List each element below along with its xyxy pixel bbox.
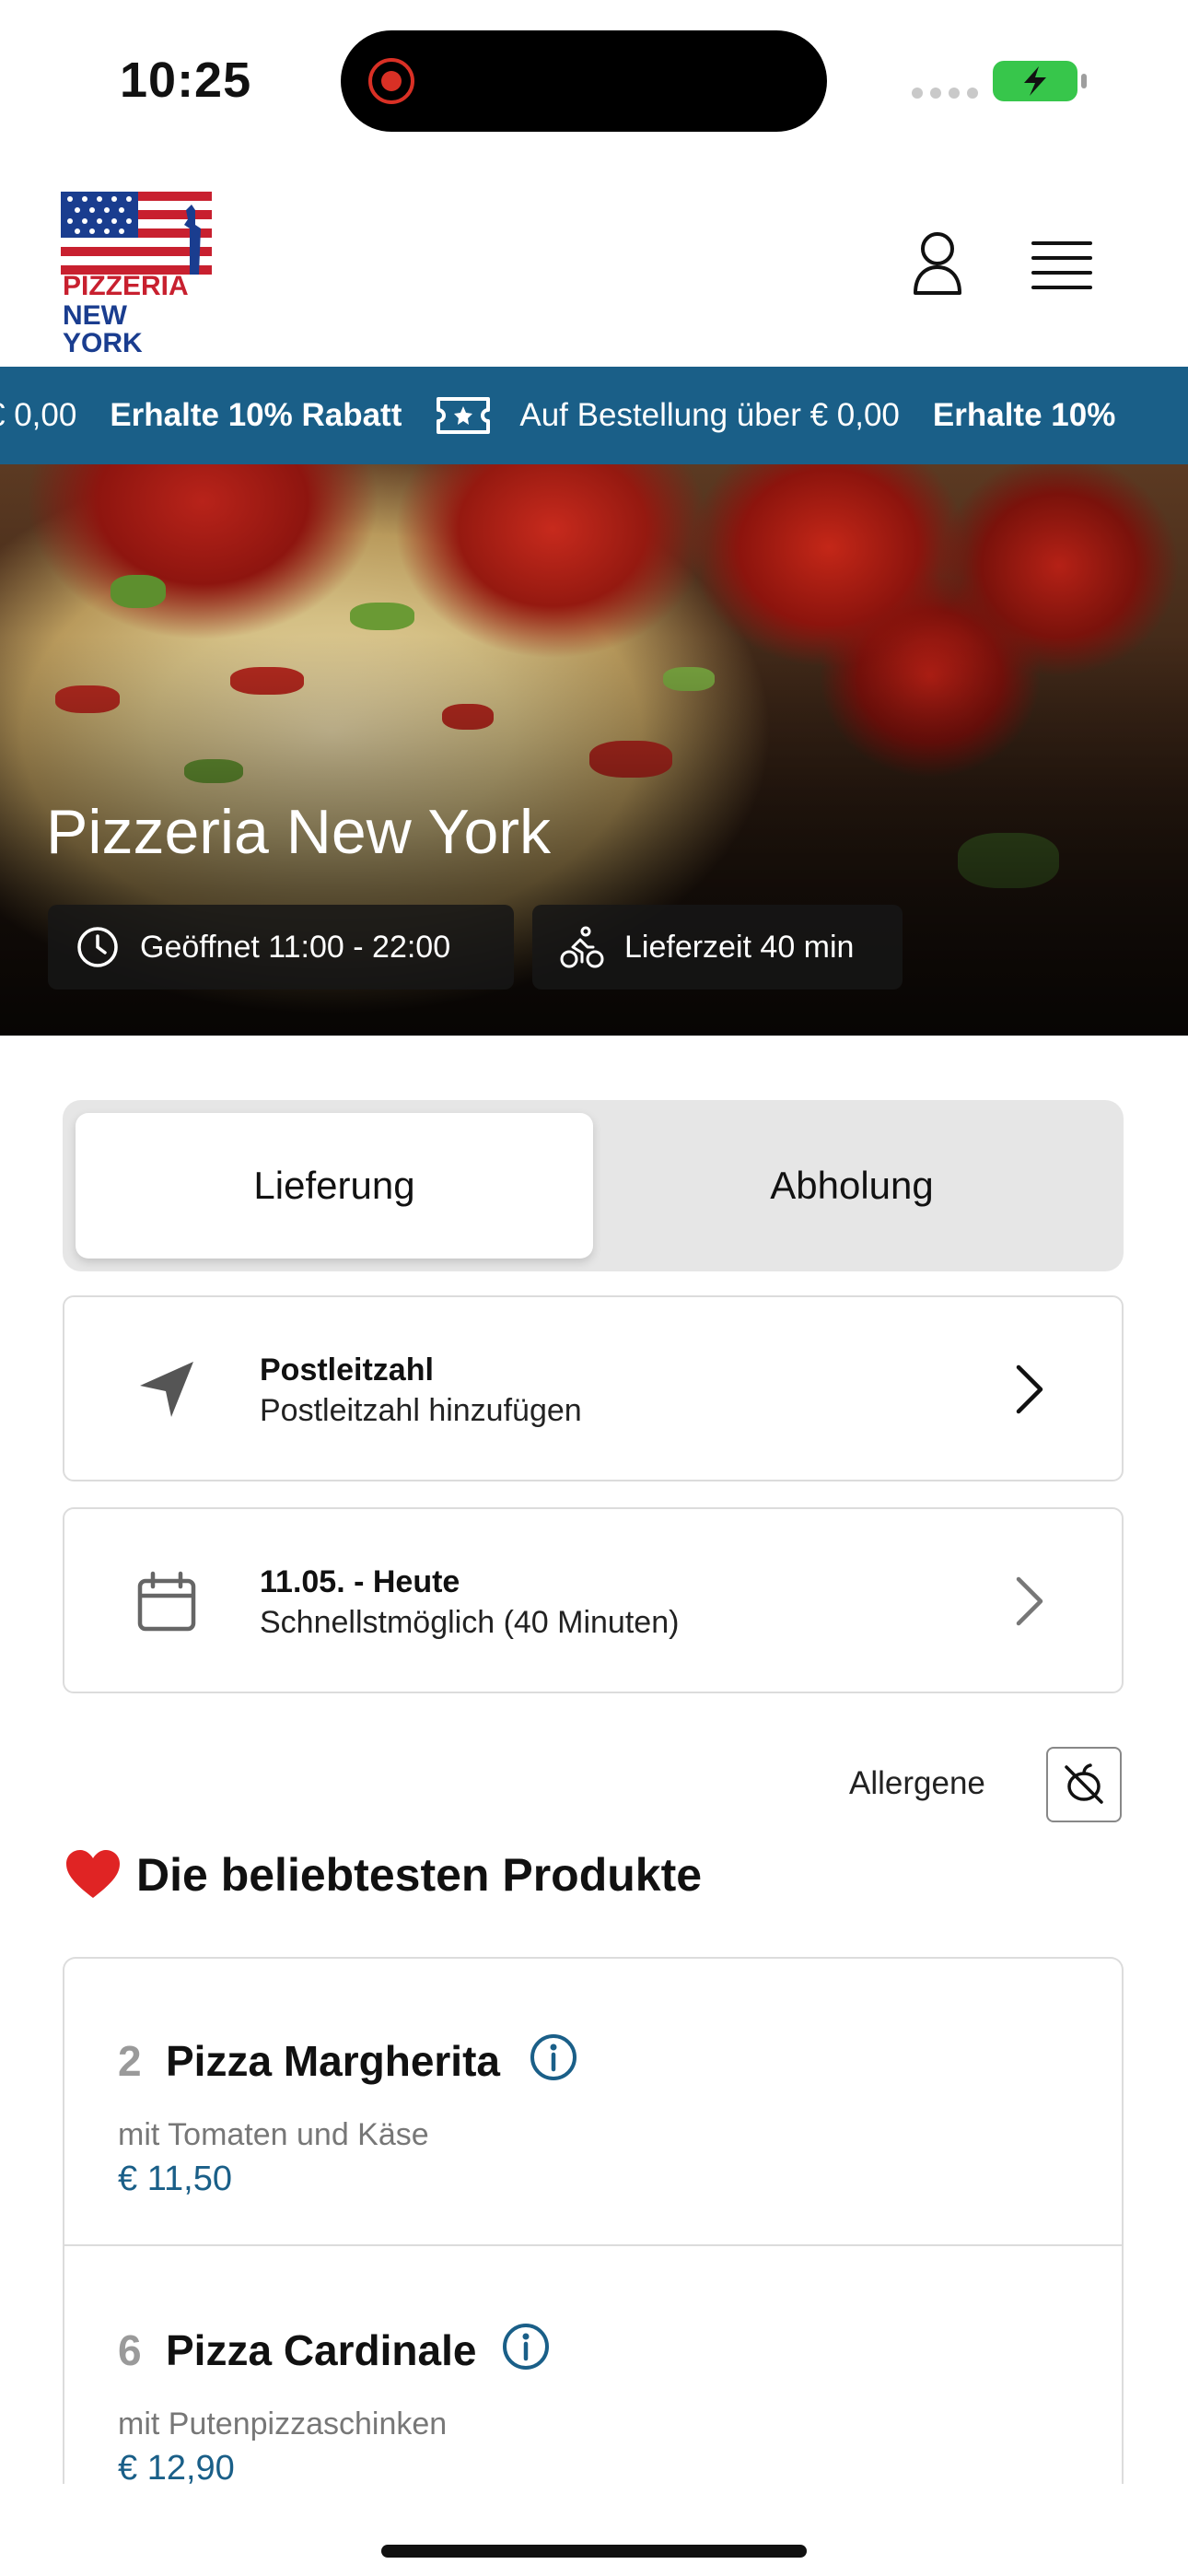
opening-hours-badge: Geöffnet 11:00 - 22:00 <box>48 905 514 989</box>
delivery-date-title: 11.05. - Heute <box>260 1564 460 1599</box>
tab-delivery[interactable]: Lieferung <box>76 1113 593 1259</box>
no-allergens-icon <box>1065 1763 1103 1804</box>
ticker-fragment-trail: Erhalte 10% <box>932 397 1116 433</box>
product-description: mit Tomaten und Käse <box>118 2117 429 2152</box>
hero-banner: Pizzeria New York Geöffnet 11:00 - 22:00… <box>0 464 1188 1036</box>
bicycle-courier-icon <box>560 926 604 968</box>
order-mode-toggle: Lieferung Abholung <box>63 1100 1124 1271</box>
ticket-icon <box>437 397 491 434</box>
delivery-time-selector[interactable]: 11.05. - Heute Schnellstmöglich (40 Minu… <box>63 1507 1124 1693</box>
hamburger-icon[interactable] <box>1031 241 1092 291</box>
promo-ticker: € 0,00 Erhalte 10% Rabatt Auf Bestellung… <box>0 367 1188 464</box>
status-time: 10:25 <box>120 53 252 108</box>
chevron-right-icon <box>1016 1364 1043 1414</box>
allergens-filter-button[interactable] <box>1046 1747 1122 1822</box>
clock-icon <box>77 927 118 967</box>
delivery-date-subtitle: Schnellstmöglich (40 Minuten) <box>260 1605 680 1640</box>
us-flag-icon <box>61 192 212 275</box>
ticker-condition: Auf Bestellung über € 0,00 <box>519 397 900 433</box>
product-card[interactable]: 6 Pizza Cardinale mit Putenpizzaschinken… <box>64 2246 1122 2484</box>
person-icon[interactable] <box>912 230 963 297</box>
ticker-discount: Erhalte 10% Rabatt <box>110 397 402 433</box>
product-name: Pizza Cardinale <box>166 2326 477 2374</box>
calendar-icon <box>137 1571 196 1632</box>
tab-pickup[interactable]: Abholung <box>593 1113 1111 1259</box>
zip-code-subtitle: Postleitzahl hinzufügen <box>260 1393 582 1428</box>
opening-hours-text: Geöffnet 11:00 - 22:00 <box>140 929 451 965</box>
product-card[interactable]: 2 Pizza Margherita mit Tomaten und Käse … <box>64 1959 1122 2246</box>
restaurant-name: Pizzeria New York <box>46 797 552 867</box>
pizzeria-logo[interactable]: PIZZERIA NEW YORK <box>61 192 212 357</box>
product-list: 2 Pizza Margherita mit Tomaten und Käse … <box>63 1957 1124 2484</box>
info-icon[interactable] <box>501 2322 551 2371</box>
zip-code-selector[interactable]: Postleitzahl Postleitzahl hinzufügen <box>63 1295 1124 1481</box>
popular-products-heading: Die beliebtesten Produkte <box>64 1848 702 1902</box>
heart-icon <box>66 1850 120 1898</box>
product-name: Pizza Margherita <box>166 2037 500 2085</box>
info-icon[interactable] <box>529 2032 578 2082</box>
logo-text-top: PIZZERIA <box>63 271 189 301</box>
ticker-fragment-lead: € 0,00 <box>0 397 77 433</box>
app-header: PIZZERIA NEW YORK <box>0 157 1188 367</box>
location-arrow-icon <box>140 1362 193 1417</box>
status-bar: 10:25 <box>0 0 1188 157</box>
dynamic-island <box>341 30 827 132</box>
product-price: € 12,90 <box>118 2449 235 2484</box>
recording-icon <box>368 58 414 104</box>
product-price: € 11,50 <box>118 2160 232 2198</box>
delivery-time-badge: Lieferzeit 40 min <box>532 905 903 989</box>
allergens-label: Allergene <box>849 1765 985 1801</box>
popular-products-title: Die beliebtesten Produkte <box>136 1849 703 1901</box>
chevron-right-icon <box>1016 1576 1043 1626</box>
product-number: 6 <box>118 2326 142 2374</box>
home-indicator[interactable] <box>381 2545 807 2558</box>
signal-icon <box>912 88 978 99</box>
zip-code-title: Postleitzahl <box>260 1352 434 1388</box>
product-number: 2 <box>118 2037 142 2085</box>
product-description: mit Putenpizzaschinken <box>118 2406 448 2441</box>
delivery-time-text: Lieferzeit 40 min <box>624 929 855 965</box>
logo-text-bottom: NEW YORK <box>63 300 143 358</box>
battery-charging-icon <box>993 61 1087 101</box>
